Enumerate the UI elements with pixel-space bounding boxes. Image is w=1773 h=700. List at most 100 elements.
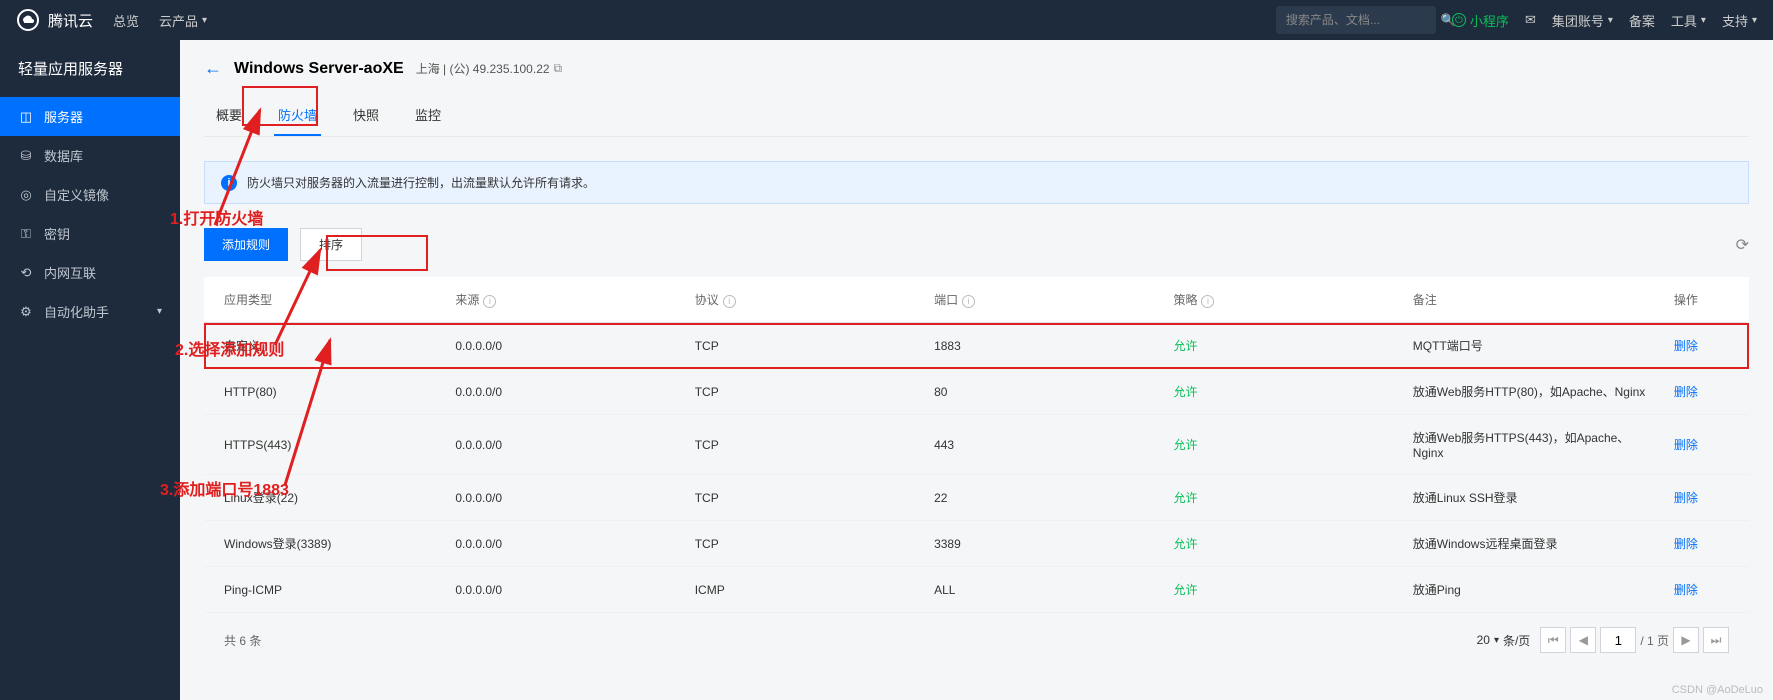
- sidebar-item-1[interactable]: ⛁ 数据库: [0, 136, 180, 175]
- tabs: 概要防火墙快照监控: [204, 95, 1749, 137]
- sidebar-icon-3: ⚿: [18, 226, 34, 242]
- page-prev-button[interactable]: ◀: [1570, 627, 1596, 653]
- mini-program-link[interactable]: ⏻小程序: [1452, 11, 1509, 30]
- watermark: CSDN @AoDeLuo: [1672, 684, 1763, 696]
- info-tip-icon[interactable]: i: [1201, 295, 1214, 308]
- nav-products[interactable]: 云产品▾: [159, 11, 207, 30]
- info-tip-icon[interactable]: i: [723, 295, 736, 308]
- group-account[interactable]: 集团账号▾: [1552, 11, 1613, 30]
- page-total: / 1 页: [1640, 632, 1669, 649]
- pagination: 共 6 条 20 ▾ 条/页 ⏮ ◀ / 1 页 ▶ ⏭: [204, 613, 1749, 667]
- sidebar-item-3[interactable]: ⚿ 密钥: [0, 214, 180, 253]
- delete-link[interactable]: 删除: [1674, 583, 1698, 597]
- info-icon: i: [221, 175, 237, 191]
- cell-app: Ping-ICMP: [204, 567, 443, 613]
- info-tip-icon[interactable]: i: [962, 295, 975, 308]
- mail-icon[interactable]: ✉: [1525, 12, 1536, 28]
- table-row: 自定义 0.0.0.0/0 TCP 1883 允许 MQTT端口号 删除: [204, 323, 1749, 369]
- sidebar-item-4[interactable]: ⟲内网互联: [0, 253, 180, 292]
- beian-link[interactable]: 备案: [1629, 11, 1655, 30]
- search-input[interactable]: [1286, 13, 1441, 27]
- info-tip-icon[interactable]: i: [483, 295, 496, 308]
- sidebar-item-0[interactable]: ◫服务器: [0, 97, 180, 136]
- sidebar-label-3: 密钥: [44, 224, 70, 243]
- table-header-6: 操作: [1662, 277, 1749, 323]
- search-box[interactable]: 🔍: [1276, 6, 1436, 34]
- page-last-button[interactable]: ⏭: [1703, 627, 1729, 653]
- cell-app: Windows登录(3389): [204, 521, 443, 567]
- cell-proto: TCP: [683, 323, 922, 369]
- add-rule-button[interactable]: 添加规则: [204, 228, 288, 261]
- delete-link[interactable]: 删除: [1674, 339, 1698, 353]
- delete-link[interactable]: 删除: [1674, 438, 1698, 452]
- tab-1[interactable]: 防火墙: [274, 95, 321, 136]
- table-header-1: 来源i: [443, 277, 682, 323]
- copy-icon[interactable]: ⧉: [554, 61, 563, 76]
- sidebar-label-5: 自动化助手: [44, 302, 109, 321]
- nav-overview[interactable]: 总览: [113, 11, 139, 30]
- cell-note: 放通Windows远程桌面登录: [1401, 521, 1662, 567]
- cell-policy: 允许: [1161, 567, 1400, 613]
- sort-button[interactable]: 排序: [300, 228, 362, 261]
- sidebar-item-2[interactable]: ◎自定义镜像: [0, 175, 180, 214]
- cell-port: 3389: [922, 521, 1161, 567]
- sidebar-item-5[interactable]: ⚙ 自动化助手 ▾: [0, 292, 180, 331]
- sidebar-icon-2: ◎: [18, 187, 34, 203]
- back-arrow-icon[interactable]: ←: [204, 58, 222, 79]
- table-header-5: 备注: [1401, 277, 1662, 323]
- page-input[interactable]: [1600, 627, 1636, 653]
- sidebar-label-0: 服务器: [44, 107, 83, 126]
- tab-2[interactable]: 快照: [349, 95, 383, 136]
- page-first-button[interactable]: ⏮: [1540, 627, 1566, 653]
- topbar: 腾讯云 总览 云产品▾ 🔍 ⏻小程序 ✉ 集团账号▾ 备案 工具▾ 支持▾: [0, 0, 1773, 40]
- cell-note: 放通Linux SSH登录: [1401, 475, 1662, 521]
- delete-link[interactable]: 删除: [1674, 385, 1698, 399]
- cell-app: HTTPS(443): [204, 415, 443, 475]
- cell-port: ALL: [922, 567, 1161, 613]
- table-row: Ping-ICMP 0.0.0.0/0 ICMP ALL 允许 放通Ping 删…: [204, 567, 1749, 613]
- sidebar-label-1: 数据库: [44, 146, 83, 165]
- sidebar: 轻量应用服务器 ◫服务器⛁数据库◎自定义镜像⚿密钥⟲内网互联⚙自动化助手▾: [0, 40, 180, 700]
- tab-3[interactable]: 监控: [411, 95, 445, 136]
- cell-proto: TCP: [683, 369, 922, 415]
- cell-app: 自定义: [204, 323, 443, 369]
- cell-note: 放通Web服务HTTPS(443)，如Apache、Nginx: [1401, 415, 1662, 475]
- cell-proto: ICMP: [683, 567, 922, 613]
- tab-0[interactable]: 概要: [212, 95, 246, 136]
- cell-port: 443: [922, 415, 1161, 475]
- toolbar: 添加规则 排序 ⟳: [204, 204, 1749, 277]
- cell-app: Linux登录(22): [204, 475, 443, 521]
- firewall-table: 应用类型来源i协议i端口i策略i备注操作 自定义 0.0.0.0/0 TCP 1…: [204, 277, 1749, 613]
- info-banner: i 防火墙只对服务器的入流量进行控制，出流量默认允许所有请求。: [204, 161, 1749, 204]
- banner-text: 防火墙只对服务器的入流量进行控制，出流量默认允许所有请求。: [247, 174, 595, 191]
- table-row: Windows登录(3389) 0.0.0.0/0 TCP 3389 允许 放通…: [204, 521, 1749, 567]
- cell-policy: 允许: [1161, 323, 1400, 369]
- delete-link[interactable]: 删除: [1674, 537, 1698, 551]
- support-link[interactable]: 支持▾: [1722, 11, 1757, 30]
- cell-source: 0.0.0.0/0: [443, 369, 682, 415]
- cell-proto: TCP: [683, 415, 922, 475]
- cell-proto: TCP: [683, 521, 922, 567]
- brand-logo[interactable]: 腾讯云: [16, 8, 93, 32]
- table-row: Linux登录(22) 0.0.0.0/0 TCP 22 允许 放通Linux …: [204, 475, 1749, 521]
- cell-note: MQTT端口号: [1401, 323, 1662, 369]
- page-next-button[interactable]: ▶: [1673, 627, 1699, 653]
- cell-port: 1883: [922, 323, 1161, 369]
- sidebar-icon-5: ⚙: [18, 304, 34, 320]
- table-header-4: 策略i: [1161, 277, 1400, 323]
- chevron-down-icon: ▾: [157, 306, 162, 317]
- cell-policy: 允许: [1161, 475, 1400, 521]
- cell-source: 0.0.0.0/0: [443, 323, 682, 369]
- sidebar-icon-1: ⛁: [18, 148, 34, 164]
- brand-text: 腾讯云: [48, 10, 93, 31]
- table-header-0: 应用类型: [204, 277, 443, 323]
- refresh-icon[interactable]: ⟳: [1736, 235, 1749, 255]
- page-size-select[interactable]: 20 ▾ 条/页: [1477, 632, 1531, 649]
- table-row: HTTP(80) 0.0.0.0/0 TCP 80 允许 放通Web服务HTTP…: [204, 369, 1749, 415]
- tools-link[interactable]: 工具▾: [1671, 11, 1706, 30]
- delete-link[interactable]: 删除: [1674, 491, 1698, 505]
- cell-policy: 允许: [1161, 415, 1400, 475]
- cell-source: 0.0.0.0/0: [443, 567, 682, 613]
- content-card: i 防火墙只对服务器的入流量进行控制，出流量默认允许所有请求。: [204, 161, 1749, 204]
- cell-note: 放通Web服务HTTP(80)，如Apache、Nginx: [1401, 369, 1662, 415]
